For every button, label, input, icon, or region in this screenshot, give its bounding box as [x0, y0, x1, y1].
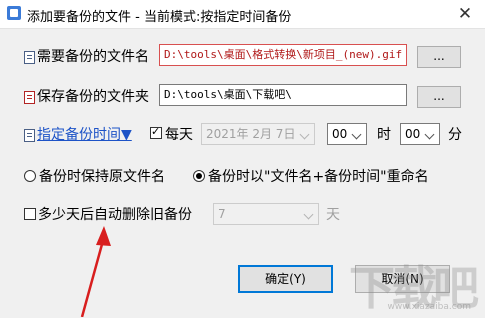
- ok-button[interactable]: 确定(Y): [238, 265, 333, 293]
- annotation-arrow-head: [96, 226, 111, 246]
- watermark-url: www.xiazaiba.com: [387, 302, 471, 312]
- annotation-arrow-line: [80, 236, 106, 317]
